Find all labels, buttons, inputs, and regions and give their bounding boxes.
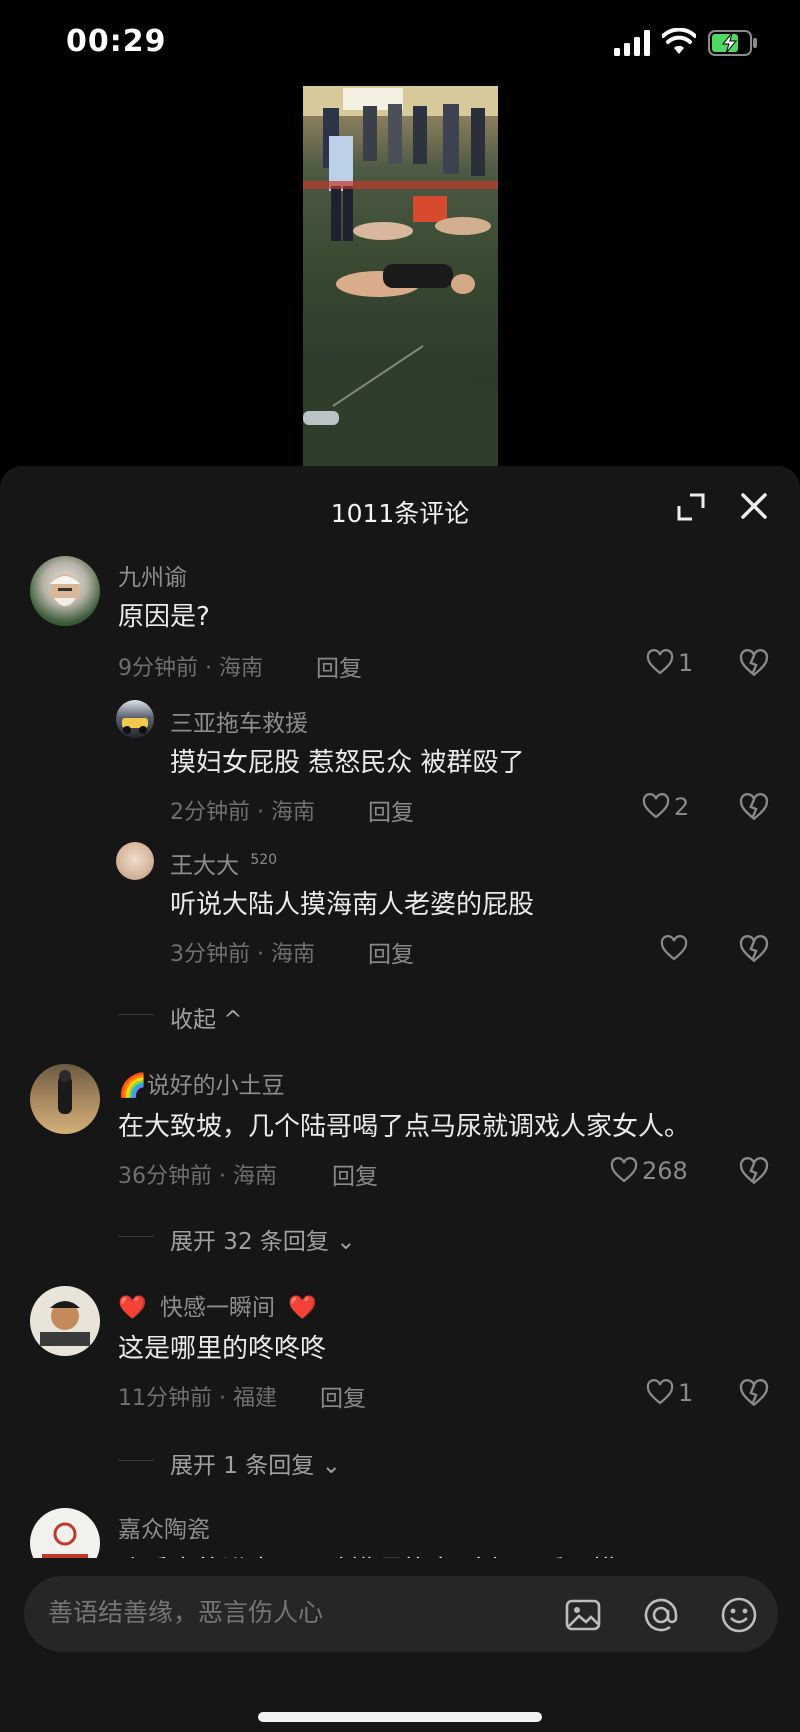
heart-icon [610, 1157, 638, 1183]
comment-meta: 9分钟前 · 海南 [118, 656, 263, 681]
comment-sheet: 1011条评论 九州谕 原因是? 9分钟前 · 海南 回复 1 三亚拖车救援 摸… [0, 466, 800, 1732]
avatar[interactable] [116, 842, 154, 880]
avatar[interactable] [30, 1064, 100, 1134]
battery-charging-icon [708, 30, 757, 56]
reply-author-name: 王大大 [170, 853, 239, 879]
comment-meta: 36分钟前 · 海南 [118, 1164, 277, 1189]
heart-icon [646, 1379, 674, 1405]
comment-author[interactable]: ❤️ 快感一瞬间 ❤️ [118, 1288, 317, 1322]
expand-replies-button[interactable]: 展开 1 条回复 ⌄ [170, 1446, 341, 1480]
heart-emoji-icon: ❤️ [118, 1295, 147, 1321]
thread-divider [118, 1460, 154, 1461]
status-bar: 00:29 [0, 0, 800, 90]
comment-author[interactable]: 嘉众陶瓷 [118, 1510, 210, 1544]
broken-heart-icon[interactable] [739, 935, 769, 965]
expand-icon[interactable] [676, 492, 706, 522]
broken-heart-icon[interactable] [739, 649, 769, 679]
comment-meta: 11分钟前 · 福建 [118, 1386, 277, 1411]
home-indicator[interactable] [258, 1712, 542, 1722]
avatar-illustration [122, 718, 148, 734]
reply-text: 摸妇女屁股 惹怒民众 被群殴了 [170, 748, 525, 778]
reply-author[interactable]: 三亚拖车救援 [170, 704, 308, 738]
comment-author[interactable]: 🌈说好的小土豆 [118, 1066, 285, 1100]
broken-heart-icon[interactable] [739, 1157, 769, 1187]
reply-meta: 2分钟前 · 海南 [170, 800, 315, 825]
like-count: 1 [678, 649, 694, 677]
comment-input-box[interactable] [24, 1576, 778, 1652]
heart-emoji-icon: ❤️ [288, 1295, 317, 1321]
collapse-replies-button[interactable]: 收起 ^ [170, 1000, 243, 1034]
comment-input-bar [0, 1558, 800, 1732]
like-button[interactable]: 1 [646, 1379, 716, 1409]
comment-author[interactable]: 九州谕 [118, 558, 187, 592]
reply-button[interactable]: 回复 [368, 935, 414, 969]
like-count: 268 [642, 1157, 688, 1185]
thread-divider [118, 1236, 154, 1237]
emoji-icon[interactable] [720, 1596, 758, 1634]
reply-button[interactable]: 回复 [316, 649, 362, 683]
heart-icon [646, 649, 674, 675]
avatar-illustration [40, 1301, 90, 1346]
wifi-icon [662, 28, 696, 54]
broken-heart-icon[interactable] [739, 793, 769, 823]
comment-author-name: 说好的小土豆 [146, 1073, 285, 1099]
reply-meta: 3分钟前 · 海南 [170, 942, 315, 967]
thread-divider [118, 1014, 154, 1015]
avatar[interactable] [30, 1286, 100, 1356]
signal-icon [614, 30, 650, 56]
video-preview[interactable] [303, 86, 498, 466]
reply-button[interactable]: 回复 [332, 1157, 378, 1191]
user-badge: 520 [250, 852, 278, 869]
video-scene-illustration [303, 86, 498, 466]
like-count: 2 [674, 793, 690, 821]
heart-icon [660, 935, 688, 961]
at-icon[interactable] [642, 1596, 680, 1634]
comment-text: 在大致坡，几个陆哥喝了点马尿就调戏人家女人。 [118, 1112, 691, 1142]
avatar[interactable] [116, 700, 154, 738]
reply-author[interactable]: 王大大 520 [170, 846, 277, 880]
avatar[interactable] [30, 556, 100, 626]
reply-button[interactable]: 回复 [368, 793, 414, 827]
close-icon[interactable] [738, 490, 770, 522]
reply-button[interactable]: 回复 [320, 1379, 366, 1413]
like-button[interactable]: 1 [646, 649, 716, 679]
comment-author-name: 快感一瞬间 [159, 1295, 275, 1321]
comment-input[interactable] [48, 1598, 528, 1627]
like-count: 1 [678, 1379, 694, 1407]
avatar-illustration [50, 574, 80, 606]
image-icon[interactable] [564, 1596, 602, 1634]
comment-text: 原因是? [118, 602, 210, 632]
like-button[interactable]: 2 [642, 793, 712, 823]
avatar-illustration [58, 1070, 72, 1114]
comment-text: 这是哪里的咚咚咚 [118, 1334, 327, 1364]
like-button[interactable] [660, 935, 730, 965]
broken-heart-icon[interactable] [739, 1379, 769, 1409]
rainbow-icon: 🌈 [118, 1073, 147, 1099]
status-time: 00:29 [66, 24, 167, 59]
expand-replies-button[interactable]: 展开 32 条回复 ⌄ [170, 1222, 355, 1256]
reply-text: 听说大陆人摸海南人老婆的屁股 [170, 890, 535, 920]
like-button[interactable]: 268 [610, 1157, 710, 1187]
heart-icon [642, 793, 670, 819]
